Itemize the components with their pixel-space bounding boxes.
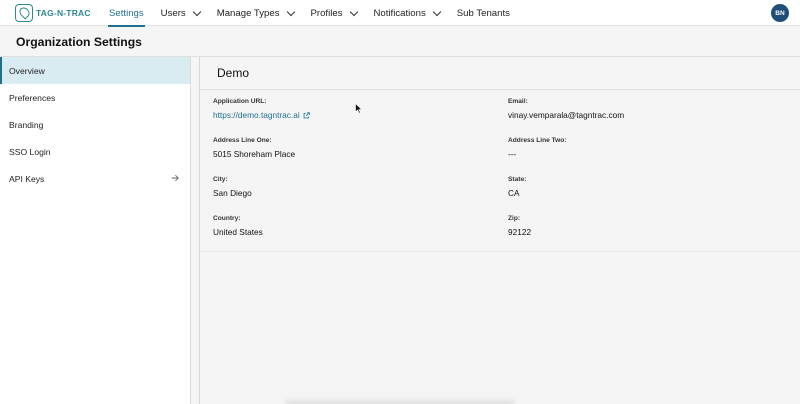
field-value: CA — [508, 188, 520, 198]
state-field: State: CA — [508, 176, 526, 198]
field-label: State: — [508, 176, 527, 183]
mouse-cursor-icon — [355, 103, 363, 114]
bottom-scroll-shadow — [285, 400, 515, 404]
top-navbar: TAG-N-TRAC Settings Users Manage Types P… — [0, 0, 800, 27]
sidebar-item-overview[interactable]: Overview — [0, 57, 190, 84]
arrow-right-icon — [171, 174, 179, 182]
main-nav: Settings Users Manage Types Profiles Not… — [101, 0, 510, 27]
sidebar-item-api-keys[interactable]: API Keys — [0, 165, 190, 192]
overview-panel: Demo Application URL: https://demo.tagnt… — [200, 57, 800, 404]
sidebar-item-label: SSO Login — [9, 146, 51, 157]
sidebar-item-preferences[interactable]: Preferences — [0, 84, 190, 111]
field-label: Application URL: — [213, 98, 267, 105]
chevron-down-icon — [192, 7, 201, 17]
field-value: 5015 Shoreham Place — [213, 149, 296, 159]
field-label: Zip: — [508, 215, 521, 222]
email-field: Email: vinay.vemparala@tagntrac.com — [508, 98, 624, 120]
location-pin-icon — [15, 4, 33, 22]
sidebar-item-label: Preferences — [9, 92, 56, 103]
field-value: San Diego — [213, 188, 252, 198]
application-url-link[interactable]: https://demo.tagntrac.ai — [213, 110, 310, 120]
country-field: Country: United States — [213, 215, 263, 237]
field-label: Email: — [508, 98, 528, 105]
nav-users[interactable]: Users — [161, 0, 201, 26]
field-label: City: — [213, 176, 228, 183]
nav-sub-tenants[interactable]: Sub Tenants — [457, 0, 510, 26]
chevron-down-icon — [349, 7, 358, 17]
field-label: Country: — [213, 215, 241, 222]
settings-sidebar: Overview Preferences Branding SSO Login … — [0, 57, 191, 404]
sidebar-item-label: Branding — [9, 119, 44, 130]
nav-profiles[interactable]: Profiles — [311, 0, 358, 26]
external-link-icon — [303, 112, 310, 119]
sidebar-item-label: API Keys — [9, 173, 45, 184]
field-label: Address Line Two: — [508, 137, 567, 144]
zip-field: Zip: 92122 — [508, 215, 531, 237]
organization-name: Demo — [217, 66, 250, 80]
chevron-down-icon — [286, 7, 295, 17]
field-label: Address Line One: — [213, 137, 272, 144]
application-url-field: Application URL: https://demo.tagntrac.a… — [213, 98, 310, 120]
city-field: City: San Diego — [213, 176, 252, 198]
field-value: vinay.vemparala@tagntrac.com — [508, 110, 625, 120]
section-divider — [200, 251, 800, 252]
field-value: --- — [508, 149, 517, 159]
nav-manage-types[interactable]: Manage Types — [217, 0, 295, 26]
nav-settings[interactable]: Settings — [108, 0, 145, 27]
sidebar-item-label: Overview — [9, 65, 45, 76]
title-divider — [200, 89, 800, 90]
brand-logo[interactable]: TAG-N-TRAC — [15, 3, 95, 23]
page-title: Organization Settings — [16, 35, 142, 49]
sidebar-item-branding[interactable]: Branding — [0, 111, 190, 138]
address-line-one-field: Address Line One: 5015 Shoreham Place — [213, 137, 295, 159]
field-value: United States — [213, 227, 263, 237]
brand-name: TAG-N-TRAC — [36, 8, 91, 18]
address-line-two-field: Address Line Two: --- — [508, 137, 567, 159]
sidebar-item-sso-login[interactable]: SSO Login — [0, 138, 190, 165]
chevron-down-icon — [432, 7, 442, 17]
nav-notifications[interactable]: Notifications — [374, 0, 442, 26]
user-avatar[interactable]: BN — [771, 4, 789, 22]
field-value: 92122 — [508, 227, 532, 237]
